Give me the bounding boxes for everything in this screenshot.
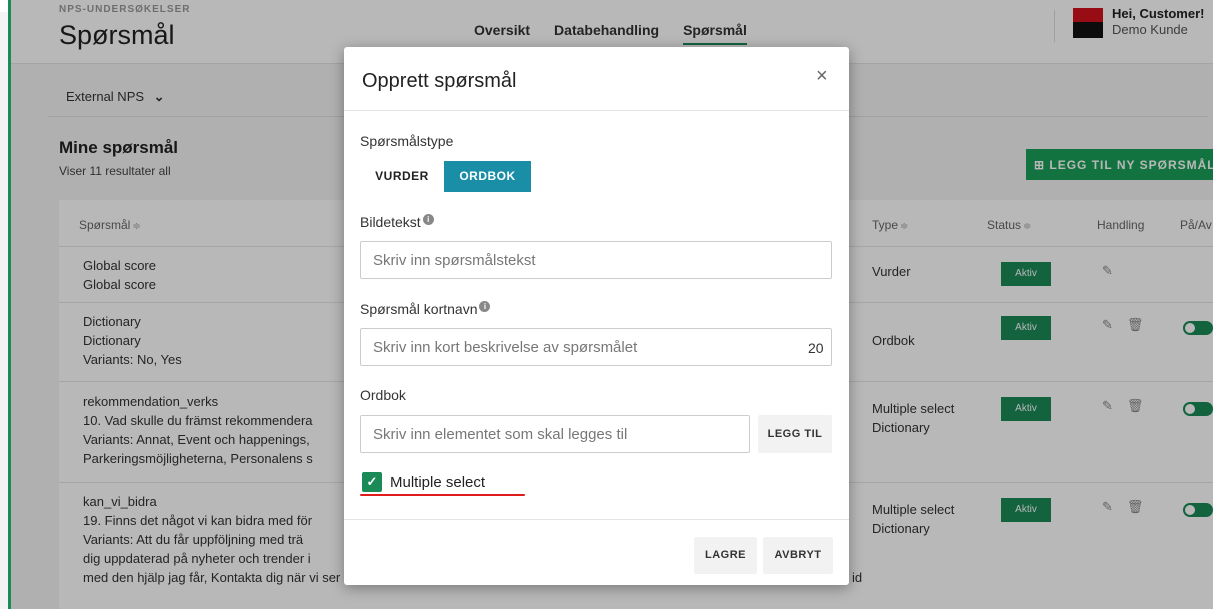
dictionary-input[interactable]: Skriv inn elementet som skal legges til	[360, 415, 750, 453]
cancel-button[interactable]: AVBRYT	[763, 537, 833, 574]
type-vurder-button[interactable]: VURDER	[360, 161, 444, 192]
caption-input[interactable]: Skriv inn spørsmålstekst	[360, 241, 832, 279]
multiple-select-label[interactable]: Multiple select	[390, 474, 485, 491]
shortname-input[interactable]: Skriv inn kort beskrivelse av spørsmålet	[360, 328, 832, 366]
caption-label-text: Bildetekst	[360, 214, 421, 230]
multiple-select-checkbox[interactable]: ✓	[362, 472, 382, 492]
info-icon[interactable]: i	[479, 301, 491, 312]
dialog-title: Opprett spørsmål	[362, 70, 517, 92]
type-ordbok-button[interactable]: ORDBOK	[444, 161, 531, 192]
dictionary-label: Ordbok	[360, 387, 406, 403]
add-dictionary-item-button[interactable]: LEGG TIL	[758, 415, 832, 453]
shortname-label: Spørsmål kortnavn i	[360, 301, 491, 317]
dialog-footer-divider	[344, 519, 849, 520]
question-type-label: Spørsmålstype	[360, 133, 454, 149]
char-counter: 20	[808, 340, 824, 356]
create-question-dialog: Opprett spørsmål × Spørsmålstype VURDER …	[344, 47, 849, 585]
dialog-divider	[344, 110, 849, 111]
save-button[interactable]: LAGRE	[694, 537, 757, 574]
close-icon[interactable]: ×	[816, 65, 828, 88]
annotation-underline	[360, 494, 525, 496]
caption-label: Bildetekst i	[360, 214, 434, 230]
shortname-label-text: Spørsmål kortnavn	[360, 301, 478, 317]
check-icon: ✓	[366, 474, 378, 489]
info-icon[interactable]: i	[422, 214, 434, 225]
